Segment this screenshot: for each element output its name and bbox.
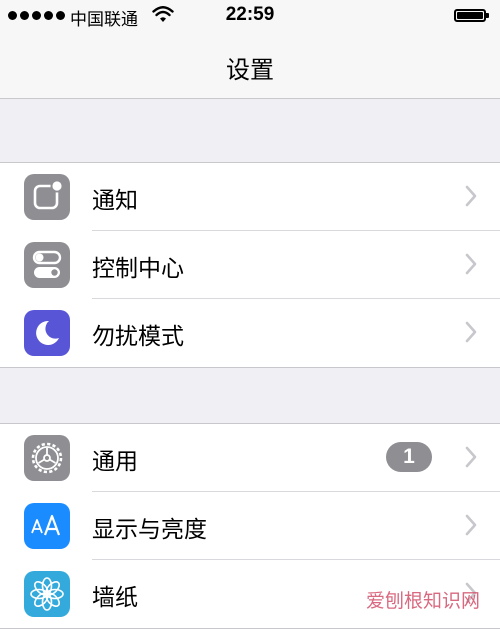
status-bar: 中国联通 22:59	[0, 0, 500, 34]
row-label: 通知	[92, 188, 138, 214]
moon-icon	[24, 310, 70, 356]
settings-row-display-brightness[interactable]: 显示与亮度	[0, 492, 500, 560]
update-count-badge: 1	[386, 442, 432, 472]
settings-row-do-not-disturb[interactable]: 勿扰模式	[0, 299, 500, 367]
chevron-right-icon	[464, 513, 478, 541]
chevron-right-icon	[464, 320, 478, 348]
row-label: 勿扰模式	[92, 324, 184, 350]
page-title: 设置	[226, 56, 274, 84]
status-time: 22:59	[225, 4, 275, 25]
chevron-right-icon	[464, 184, 478, 212]
settings-row-control-center[interactable]: 控制中心	[0, 231, 500, 299]
row-label: 墙纸	[92, 585, 138, 611]
settings-group-1: 通知 控制中心 勿扰模式	[0, 162, 500, 368]
row-label: 控制中心	[92, 256, 184, 282]
navigation-bar: 设置	[0, 34, 500, 99]
row-label: 显示与亮度	[92, 517, 207, 543]
notifications-icon	[24, 174, 70, 220]
watermark-text: 爱刨根知识网	[365, 590, 480, 612]
display-brightness-icon	[24, 503, 70, 549]
control-center-icon	[24, 242, 70, 288]
gear-icon	[24, 435, 70, 481]
row-label: 通用	[92, 449, 138, 475]
settings-row-general[interactable]: 通用 1	[0, 424, 500, 492]
settings-row-notifications[interactable]: 通知	[0, 163, 500, 231]
chevron-right-icon	[464, 445, 478, 473]
chevron-right-icon	[464, 252, 478, 280]
wallpaper-flower-icon	[24, 571, 70, 617]
battery-icon	[454, 9, 489, 22]
